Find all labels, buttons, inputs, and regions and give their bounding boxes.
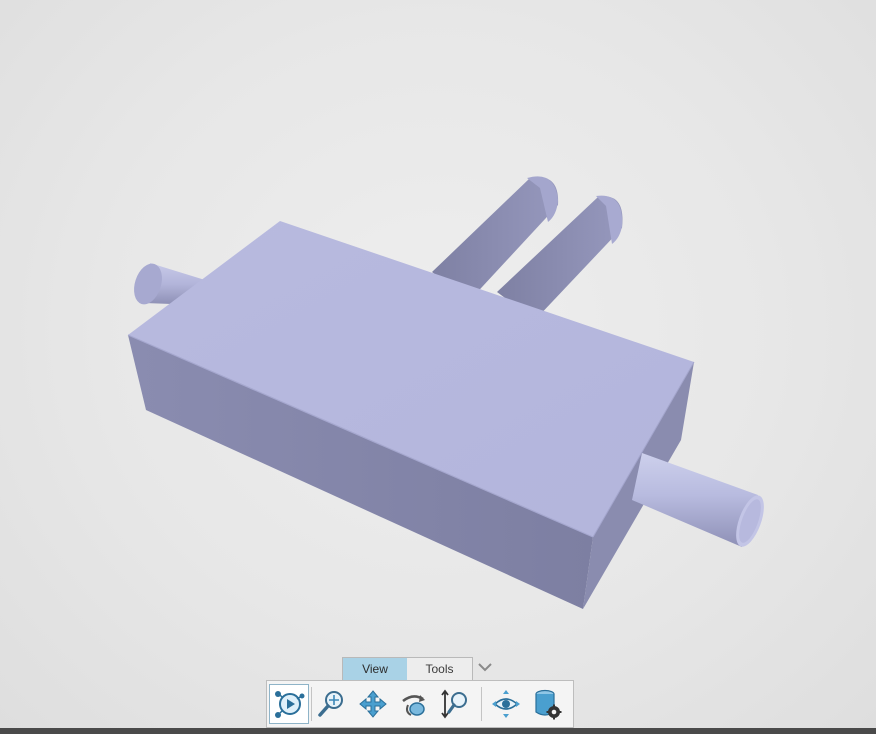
database-settings-button[interactable] — [530, 686, 566, 722]
rotate-button[interactable] — [396, 686, 432, 722]
pan-button[interactable] — [355, 686, 391, 722]
chevron-down-icon — [478, 663, 492, 672]
ribbon-expand-button[interactable] — [475, 659, 495, 677]
view-button[interactable] — [488, 686, 524, 722]
3d-model[interactable] — [0, 0, 876, 728]
status-bar — [0, 728, 876, 734]
zoom-button[interactable] — [314, 686, 350, 722]
zoom-drag-icon — [441, 689, 467, 719]
zoom-drag-button[interactable] — [437, 686, 473, 722]
3d-viewport[interactable] — [0, 0, 876, 728]
ribbon-tabs: View Tools — [342, 657, 473, 680]
rotate-icon — [402, 695, 425, 716]
zoom-icon — [318, 691, 343, 717]
animate-button[interactable] — [269, 684, 309, 724]
pan-icon — [359, 690, 387, 718]
database-settings-icon — [535, 689, 562, 720]
tab-tools[interactable]: Tools — [407, 658, 472, 680]
tab-view[interactable]: View — [343, 658, 407, 680]
animate-play-icon — [275, 691, 305, 718]
box-body — [127, 221, 695, 609]
view-eye-icon — [492, 690, 520, 718]
view-toolbar — [266, 680, 574, 728]
right-pipe — [632, 453, 764, 547]
